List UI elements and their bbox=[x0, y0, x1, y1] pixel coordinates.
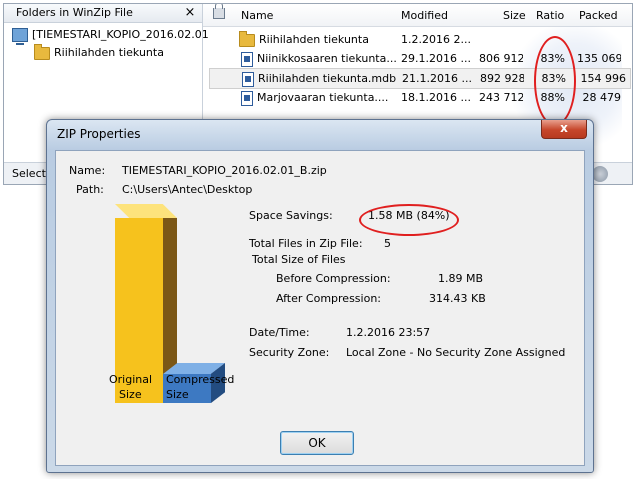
datetime-label: Date/Time: bbox=[249, 326, 310, 339]
compressed-bar-label-line1: Compressed bbox=[166, 373, 235, 386]
database-file-icon bbox=[242, 71, 254, 87]
folder-icon bbox=[239, 30, 255, 47]
column-header-ratio[interactable]: Ratio bbox=[536, 9, 564, 22]
folder-icon bbox=[34, 43, 50, 60]
column-header-modified[interactable]: Modified bbox=[401, 9, 448, 22]
ratio-highlight-ellipse bbox=[534, 36, 576, 126]
file-row[interactable]: Riihilahden tiekunta 1.2.2016 2... bbox=[239, 30, 631, 49]
database-file-icon bbox=[241, 51, 253, 67]
ok-button[interactable]: OK bbox=[280, 431, 354, 455]
original-size-bar-top bbox=[115, 204, 177, 218]
security-zone-label: Security Zone: bbox=[249, 346, 330, 359]
savings-highlight-ellipse bbox=[359, 204, 459, 236]
compressed-bar-label-line2: Size bbox=[166, 388, 189, 401]
path-label: Path: bbox=[76, 183, 104, 196]
file-modified: 1.2.2016 2... bbox=[401, 33, 471, 46]
before-compression-label: Before Compression: bbox=[276, 272, 391, 285]
file-size: 243 712 bbox=[479, 91, 523, 104]
security-zone-value: Local Zone - No Security Zone Assigned bbox=[346, 346, 566, 359]
file-packed: 154 996 bbox=[580, 72, 627, 85]
name-value: TIEMESTARI_KOPIO_2016.02.01_B.zip bbox=[122, 164, 327, 177]
zip-properties-dialog: ZIP Properties x Name: TIEMESTARI_KOPIO_… bbox=[46, 119, 594, 473]
space-savings-label: Space Savings: bbox=[249, 209, 333, 222]
file-name: Riihilahden tiekunta bbox=[259, 33, 369, 46]
after-compression-value: 314.43 KB bbox=[429, 292, 486, 305]
file-packed: 28 479 bbox=[582, 91, 622, 104]
datetime-value: 1.2.2016 23:57 bbox=[346, 326, 431, 339]
file-modified: 29.1.2016 ... bbox=[401, 52, 471, 65]
file-name: Marjovaaran tiekunta.... bbox=[257, 91, 389, 104]
dialog-title: ZIP Properties bbox=[57, 127, 141, 141]
total-files-label: Total Files in Zip File: bbox=[249, 237, 363, 250]
column-header-name[interactable]: Name bbox=[241, 9, 273, 22]
name-label: Name: bbox=[69, 164, 106, 177]
column-header-size[interactable]: Size bbox=[503, 9, 526, 22]
original-bar-label-line1: Original bbox=[109, 373, 153, 386]
zip-archive-icon bbox=[12, 28, 28, 45]
folders-pane-title: Folders in WinZip File bbox=[16, 6, 133, 19]
tree-item-label: Riihilahden tiekunta bbox=[54, 46, 164, 59]
column-header-packed[interactable]: Packed bbox=[579, 9, 618, 22]
after-compression-label: After Compression: bbox=[276, 292, 381, 305]
file-name: Riihilahden tiekunta.mdb bbox=[258, 72, 397, 85]
tree-item-folder[interactable]: Riihilahden tiekunta bbox=[34, 43, 164, 62]
file-packed: 135 069 bbox=[577, 52, 621, 65]
file-modified: 18.1.2016 ... bbox=[401, 91, 471, 104]
path-value: C:\Users\Antec\Desktop bbox=[122, 183, 253, 196]
before-compression-value: 1.89 MB bbox=[438, 272, 484, 285]
database-file-icon bbox=[241, 90, 253, 106]
lock-icon bbox=[213, 4, 225, 19]
dialog-body: Name: TIEMESTARI_KOPIO_2016.02.01_B.zip … bbox=[55, 150, 585, 466]
dialog-close-button[interactable]: x bbox=[541, 120, 587, 139]
file-size: 806 912 bbox=[479, 52, 523, 65]
tree-item-label: [TIEMESTARI_KOPIO_2016.02.01 bbox=[32, 28, 209, 41]
file-size: 892 928 bbox=[480, 72, 524, 85]
file-modified: 21.1.2016 ... bbox=[402, 72, 472, 85]
folders-pane-close-icon[interactable]: × bbox=[184, 4, 196, 22]
tree-item-zip-root[interactable]: [TIEMESTARI_KOPIO_2016.02.01 bbox=[12, 26, 209, 45]
file-name: Niinikkosaaren tiekunta... bbox=[257, 52, 397, 65]
status-circle-icon[interactable] bbox=[592, 166, 608, 182]
total-size-label: Total Size of Files bbox=[252, 253, 346, 266]
file-list-header: Name Modified Size Ratio Packed bbox=[203, 4, 632, 27]
folders-pane-header: Folders in WinZip File × bbox=[4, 4, 202, 23]
total-files-value: 5 bbox=[384, 237, 391, 250]
original-bar-label-line2: Size bbox=[119, 388, 142, 401]
